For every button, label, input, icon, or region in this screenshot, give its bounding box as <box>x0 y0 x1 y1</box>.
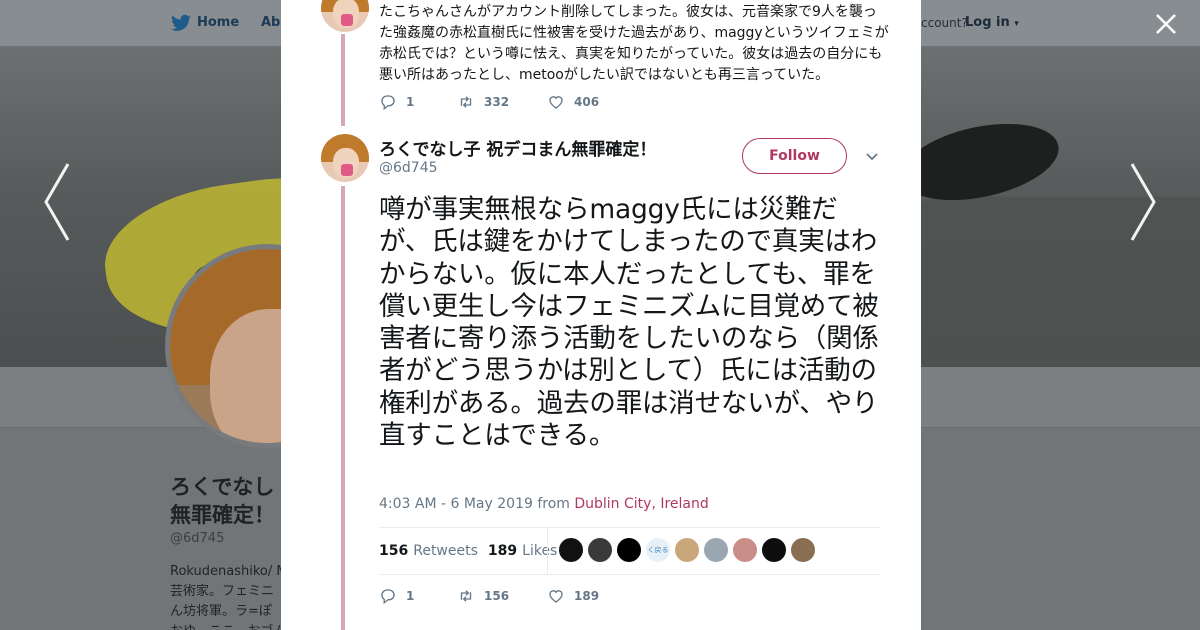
login-label[interactable]: Log in <box>965 15 1010 30</box>
liker-avatar[interactable] <box>791 538 815 562</box>
like-button[interactable]: 406 <box>547 93 599 111</box>
liker-avatar[interactable] <box>617 538 641 562</box>
reply-count: 1 <box>406 95 415 109</box>
reply-button[interactable]: 1 <box>379 93 457 111</box>
liker-avatars: く戻る <box>559 538 820 562</box>
retweet-count: 332 <box>484 95 510 109</box>
chevron-right-icon[interactable] <box>1122 160 1162 244</box>
like-button[interactable]: 189 <box>547 587 599 605</box>
reply-icon[interactable] <box>379 587 397 605</box>
like-count: 189 <box>574 589 600 603</box>
tweet-text: 噂が事実無根ならmaggy氏には災難だが、氏は鍵をかけてしまったので真実はわから… <box>379 194 879 452</box>
heart-icon[interactable] <box>547 587 565 605</box>
profile-name-line2: 無罪確定！ <box>170 503 275 527</box>
reply-count: 1 <box>406 589 415 603</box>
liker-avatar[interactable]: く戻る <box>646 538 670 562</box>
caret-down-icon[interactable] <box>864 150 880 164</box>
tweet-metadata: 4:03 AM - 6 May 2019 from Dublin City, I… <box>379 496 709 512</box>
follow-button[interactable]: Follow <box>742 138 847 174</box>
profile-name: ろくでなし 無罪確定！ <box>170 473 275 529</box>
tweet-author-name[interactable]: ろくでなし子 祝デコまん無罪確定！ <box>379 135 656 160</box>
bio-line: おゆ、ここ、おゴム <box>170 622 290 630</box>
thread-line <box>341 186 345 630</box>
previous-tweet-text: たこちゃんさんがアカウント削除してしまった。彼女は、元音楽家で9人を襲った強姦魔… <box>379 4 889 83</box>
reply-button[interactable]: 1 <box>379 587 457 605</box>
profile-name-line1: ろくでなし <box>170 475 275 499</box>
liker-avatar[interactable] <box>762 538 786 562</box>
liker-avatar[interactable] <box>733 538 757 562</box>
previous-tweet-actions: 1 332 406 <box>379 92 599 112</box>
tweet-timestamp[interactable]: 4:03 AM - 6 May 2019 from <box>379 496 574 512</box>
heart-icon[interactable] <box>547 93 565 111</box>
twitter-bird-icon[interactable] <box>171 14 191 32</box>
have-account-text: ccount? <box>921 16 968 30</box>
like-total[interactable]: 189 <box>488 543 517 559</box>
profile-bio: Rokudenashiko/ M 芸術家。フェミニ ん坊将軍。ラ=ぽ おゆ、ここ… <box>170 562 290 630</box>
nav-home-link[interactable]: Home <box>197 15 239 30</box>
retweet-icon[interactable] <box>457 587 475 605</box>
avatar-flower <box>341 164 353 176</box>
stats-separator <box>547 528 548 574</box>
profile-handle: @6d745 <box>170 531 225 546</box>
thread-line <box>341 34 345 126</box>
retweet-count: 156 <box>484 589 510 603</box>
chevron-left-icon[interactable] <box>38 160 78 244</box>
retweet-button[interactable]: 156 <box>457 587 547 605</box>
retweets-label[interactable]: Retweets <box>413 543 478 559</box>
divider <box>379 574 881 575</box>
tweet-author-avatar[interactable] <box>321 134 369 182</box>
retweet-icon[interactable] <box>457 93 475 111</box>
divider <box>379 527 881 528</box>
liker-avatar[interactable] <box>559 538 583 562</box>
retweet-button[interactable]: 332 <box>457 93 547 111</box>
avatar-flower <box>341 14 353 26</box>
login-caret-icon[interactable]: ▾ <box>1014 19 1019 29</box>
bio-line: Rokudenashiko/ M <box>170 564 288 579</box>
tweet-author-handle[interactable]: @6d745 <box>379 160 438 176</box>
liker-avatar[interactable] <box>588 538 612 562</box>
close-icon[interactable] <box>1154 12 1178 36</box>
retweet-total[interactable]: 156 <box>379 543 408 559</box>
liker-avatar[interactable] <box>704 538 728 562</box>
bio-line: ん坊将軍。ラ=ぽ <box>170 604 272 619</box>
bio-line: 芸術家。フェミニ <box>170 584 275 599</box>
like-count: 406 <box>574 95 600 109</box>
reply-icon[interactable] <box>379 93 397 111</box>
tweet-actions: 1 156 189 <box>379 586 599 606</box>
likes-label[interactable]: Likes <box>522 543 557 559</box>
liker-avatar[interactable] <box>675 538 699 562</box>
tweet-location[interactable]: Dublin City, Ireland <box>574 496 708 512</box>
login-link[interactable]: Log in ▾ <box>965 15 1019 30</box>
tweet-stats: 156 Retweets 189 Likes <box>379 538 557 564</box>
